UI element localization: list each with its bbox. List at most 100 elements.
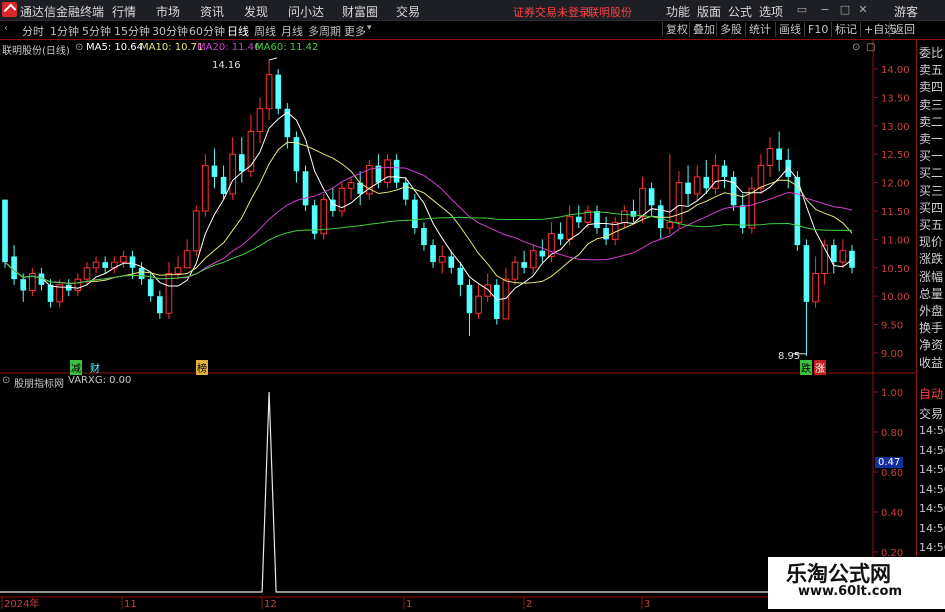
menu-item-zixun[interactable]: 资讯 — [200, 3, 224, 20]
chart-settings-icon[interactable]: ⊙ — [852, 42, 860, 53]
candle-body — [529, 250, 537, 269]
candle-body — [457, 267, 464, 285]
varxg-label: VARXG: 0.00 — [68, 375, 132, 386]
login-notice[interactable]: 证券交易未登录 — [513, 4, 590, 20]
candle-body — [238, 154, 245, 172]
close-icon[interactable]: ✕ — [856, 3, 870, 16]
more-chevron-icon[interactable]: ▾ — [367, 23, 372, 33]
x-tick-label: 11 — [124, 599, 137, 609]
diejia-button[interactable]: 叠加 — [689, 22, 718, 37]
trade-label: 自动 — [919, 387, 944, 401]
quote-label: 买一 — [919, 149, 944, 164]
tab-monthly[interactable]: 月线 — [281, 23, 303, 39]
chart-expand-icon[interactable]: ▢ — [866, 42, 875, 53]
watermark-url: www.60lt.com — [798, 584, 903, 599]
sub-chart-title: 股朋指标网 — [14, 379, 64, 390]
candle-body — [174, 267, 182, 274]
guest-label[interactable]: 游客 — [894, 3, 918, 20]
app-logo-icon — [2, 2, 17, 17]
candle-body — [157, 296, 163, 314]
y-tick-label: 11.50 — [881, 207, 910, 218]
quote-label: 净资 — [919, 338, 944, 353]
candle-body — [320, 199, 328, 235]
tab-60min[interactable]: 60分钟 — [189, 23, 225, 39]
quote-label: 换手 — [919, 321, 944, 336]
y-tick-label: 9.50 — [881, 321, 903, 332]
tab-fenshi[interactable]: 分时 — [22, 23, 44, 39]
menu-item-gongshi[interactable]: 公式 — [728, 3, 752, 20]
sidebar-toggle-icon[interactable]: ‹ — [4, 23, 8, 34]
candle-body — [229, 153, 237, 195]
tab-more[interactable]: 更多 — [344, 23, 366, 39]
tab-15min[interactable]: 15分钟 — [114, 23, 150, 39]
biaoji-button[interactable]: 标记 — [831, 22, 860, 37]
quote-label: 买三 — [919, 183, 944, 198]
tongji-button[interactable]: 统计 — [745, 22, 774, 37]
menu-item-faxian[interactable]: 发现 — [244, 3, 268, 20]
candle-body — [794, 176, 801, 246]
marker-zhang[interactable]: 涨 — [814, 360, 826, 375]
quote-label: 卖一 — [919, 132, 944, 146]
watermark: 乐淘公式网 www.60lt.com — [768, 562, 945, 609]
candle-body — [74, 278, 82, 292]
candle-body — [466, 284, 473, 314]
menu-item-xuanxiang[interactable]: 选项 — [759, 3, 783, 20]
candle-body — [393, 159, 400, 183]
quote-panel: 委比 卖五 卖四 卖三 卖二 卖一 买一 买二 买三 买四 买五 现价 涨跌 涨幅 总量 外盘 换手 净资 收益 自动… — [916, 40, 945, 609]
candle-body — [402, 182, 409, 200]
menu-item-hangqing[interactable]: 行情 — [112, 3, 136, 20]
candle-body — [129, 256, 136, 268]
quote-label: 委比 — [919, 46, 944, 60]
x-tick-label: 2 — [526, 599, 532, 609]
trade-time: 14:56 — [919, 541, 945, 554]
sub-settings-icon[interactable]: ⊙ — [2, 375, 10, 386]
menu-item-jiaoyi[interactable]: 交易 — [396, 3, 420, 20]
f10-button[interactable]: F10 — [804, 22, 831, 37]
menu-item-gongneng[interactable]: 功能 — [666, 3, 690, 20]
menu-item-shichang[interactable]: 市场 — [156, 3, 180, 20]
marker-die[interactable]: 跌 — [800, 360, 812, 375]
candle-body — [666, 221, 674, 229]
candle-body — [412, 199, 418, 229]
candle-body — [202, 165, 209, 212]
fuquan-button[interactable]: 复权 — [662, 22, 691, 37]
y-tick-label: 9.00 — [881, 349, 903, 360]
menu-item-banmian[interactable]: 版面 — [697, 3, 721, 20]
quote-label: 卖五 — [919, 63, 944, 78]
restore-icon[interactable]: ▭ — [795, 3, 809, 16]
candle-body — [2, 199, 8, 263]
trade-time: 14:56 — [919, 424, 945, 437]
tab-1min[interactable]: 1分钟 — [50, 23, 79, 39]
kline-chart-svg[interactable]: 14.0013.5013.0012.5012.0011.5011.0010.50… — [0, 40, 915, 610]
candle-body — [11, 256, 17, 280]
candle-body — [265, 74, 273, 110]
tab-30min[interactable]: 30分钟 — [152, 23, 188, 39]
back-button[interactable]: 返回 — [889, 22, 918, 37]
chart-area[interactable]: 14.00 13.50 13.00 12.50 12.00 11.50 11.00 10.50… — [0, 40, 915, 610]
candle-body — [83, 267, 91, 280]
menu-item-wenxiaoda[interactable]: 问小达 — [288, 3, 324, 20]
ma-settings-icon[interactable]: ⊙ — [75, 42, 83, 53]
candle-body — [421, 228, 427, 246]
candle-body — [757, 165, 765, 189]
tab-multi-period[interactable]: 多周期 — [308, 23, 341, 39]
maximize-icon[interactable]: □ — [838, 3, 852, 16]
ma20-label: MA20: 11.46 — [197, 42, 261, 53]
minimize-icon[interactable]: − — [818, 3, 832, 16]
menu-item-caifuquan[interactable]: 财富圈 — [342, 3, 378, 20]
marker-jian[interactable]: 减 — [70, 360, 82, 375]
candle-body — [748, 187, 756, 229]
trade-time: 14:56 — [919, 482, 945, 496]
marker-bang[interactable]: 榜 — [196, 360, 208, 375]
x-tick-label: 1 — [406, 599, 412, 609]
duogu-button[interactable]: 多股 — [716, 22, 745, 37]
quote-label: 买二 — [919, 166, 944, 181]
tab-daily[interactable]: 日线 — [227, 23, 249, 39]
huaxian-button[interactable]: 画线 — [775, 22, 804, 37]
marker-cai[interactable]: 财 — [90, 360, 100, 375]
tab-5min[interactable]: 5分钟 — [82, 23, 111, 39]
candle-body — [211, 165, 218, 177]
candle-body — [566, 216, 573, 240]
tab-weekly[interactable]: 周线 — [254, 23, 276, 39]
x-tick-label: 3 — [644, 599, 650, 609]
